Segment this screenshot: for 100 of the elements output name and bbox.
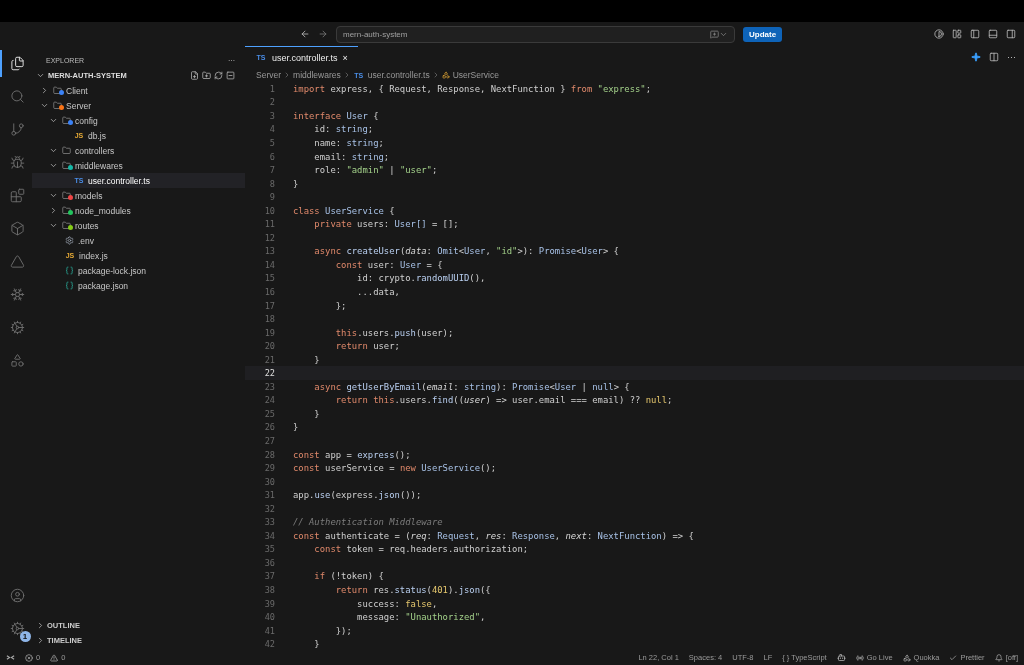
split-editor-icon[interactable] (989, 52, 999, 62)
breadcrumb[interactable]: middlewares (293, 70, 341, 80)
line-number: 24 (263, 395, 275, 406)
line-number: 39 (263, 598, 275, 609)
close-button[interactable]: × (342, 52, 348, 63)
line-number: 37 (263, 571, 275, 582)
folder-icon (61, 146, 72, 155)
line-number: 13 (263, 246, 275, 257)
code-line: } (293, 178, 299, 189)
more-button[interactable]: ··· (1007, 52, 1016, 62)
line-number: 2 (268, 97, 275, 108)
bell-icon (994, 653, 1003, 662)
gear-icon (64, 236, 75, 245)
warning-icon (50, 653, 59, 662)
code-line: role: "admin" | "user"; (313, 165, 438, 176)
folder-icon (61, 191, 72, 200)
forward-icon[interactable] (318, 29, 328, 39)
code-line: this.users.push(user); (334, 327, 454, 338)
line-number: 17 (263, 300, 275, 311)
layout-icon[interactable] (952, 29, 962, 39)
code-line: message: "Unauthorized", (356, 612, 486, 623)
line-number: 28 (263, 449, 275, 460)
line-number: 10 (263, 205, 275, 216)
breadcrumb[interactable]: Server (256, 70, 282, 80)
line-number: 12 (263, 232, 275, 243)
folder-icon (52, 86, 63, 95)
sparkle-icon[interactable] (971, 52, 981, 62)
panel-toggle-icon[interactable] (988, 29, 998, 39)
tree-item[interactable]: node_modules (32, 203, 245, 218)
new-folder-icon[interactable] (202, 71, 211, 80)
line-number: 33 (263, 517, 275, 528)
shapes-icon (902, 653, 911, 662)
code-line: } (313, 354, 320, 365)
code-line: } (293, 422, 299, 433)
chat-icon[interactable] (710, 29, 719, 39)
search-field[interactable]: mern-auth-system (336, 25, 735, 43)
tree-item[interactable]: package.json (32, 278, 245, 293)
line-number: 31 (263, 490, 275, 501)
line-number: 22 (263, 368, 275, 379)
code-line: const token = req.headers.authorization; (313, 544, 529, 555)
folder-icon (61, 206, 72, 215)
folder-icon (61, 161, 72, 170)
line-number: 21 (263, 354, 275, 365)
line-number: 29 (263, 463, 275, 474)
tree-item[interactable]: .env (32, 233, 245, 248)
tree-item[interactable]: config (32, 113, 245, 128)
sidebar-toggle-icon[interactable] (970, 29, 980, 39)
line-number: 9 (268, 192, 275, 203)
code-line: } (313, 408, 320, 419)
line-number: 38 (263, 585, 275, 595)
breadcrumb[interactable]: UserService (441, 70, 499, 80)
class-icon (441, 71, 450, 79)
tree-item[interactable]: routes (32, 218, 245, 233)
refresh-icon[interactable] (214, 71, 223, 80)
code-line: class UserService { (293, 205, 395, 216)
code-line: const userService = new UserService(); (293, 463, 497, 474)
code-line: // Authentication Middleware (293, 517, 443, 528)
tree-item[interactable]: package-lock.json (32, 263, 245, 278)
tree-item[interactable]: Client (32, 83, 245, 98)
code-line: private users: User[] = []; (313, 219, 459, 230)
tree-item[interactable]: Server (32, 98, 245, 113)
code-line: id: crypto.randomUUID(), (356, 273, 486, 284)
settings-icon[interactable] (9, 621, 25, 636)
code-line: return this.users.find((user) => user.email === email) ?? null; (334, 395, 673, 406)
folder-icon (52, 101, 63, 110)
braces-icon (64, 266, 75, 275)
contrast-icon[interactable] (934, 29, 944, 39)
back-icon[interactable] (300, 29, 310, 39)
line-number: 16 (263, 286, 275, 297)
line-number: 26 (263, 422, 275, 433)
tree-item[interactable]: controllers (32, 143, 245, 158)
line-number: 3 (268, 110, 275, 121)
line-number: 18 (263, 314, 275, 325)
code-line: id: string; (313, 124, 374, 135)
line-number: 8 (268, 178, 275, 189)
new-file-icon[interactable] (190, 71, 199, 80)
update-button[interactable]: Update (743, 26, 783, 42)
line-number: 14 (263, 259, 275, 270)
check-icon (949, 653, 958, 662)
line-number: 11 (263, 219, 275, 230)
secondary-sidebar-icon[interactable] (1006, 29, 1016, 39)
code-line: if (!token) { (313, 571, 384, 582)
remote-icon[interactable] (6, 653, 15, 662)
code-line: }; (334, 300, 347, 311)
folder-icon (61, 116, 72, 125)
collapse-icon[interactable] (226, 71, 235, 80)
line-number: 41 (263, 625, 275, 636)
code-line: const user: User = { (334, 259, 443, 270)
robot-icon[interactable] (836, 653, 846, 662)
line-number: 19 (263, 327, 275, 338)
code-line: email: string; (313, 151, 390, 162)
code-line: const app = express(); (293, 449, 411, 460)
line-number: 23 (263, 381, 275, 392)
tree-item[interactable]: middlewares (32, 158, 245, 173)
tree-item[interactable]: models (32, 188, 245, 203)
code-line: const authenticate = (req: Request, res: Response, next: NextFunction) => { (293, 530, 694, 541)
code-line: app.use(express.json()); (293, 490, 422, 501)
code-line: ...data, (356, 286, 400, 297)
line-number: 36 (263, 557, 275, 568)
line-number: 35 (263, 544, 275, 555)
